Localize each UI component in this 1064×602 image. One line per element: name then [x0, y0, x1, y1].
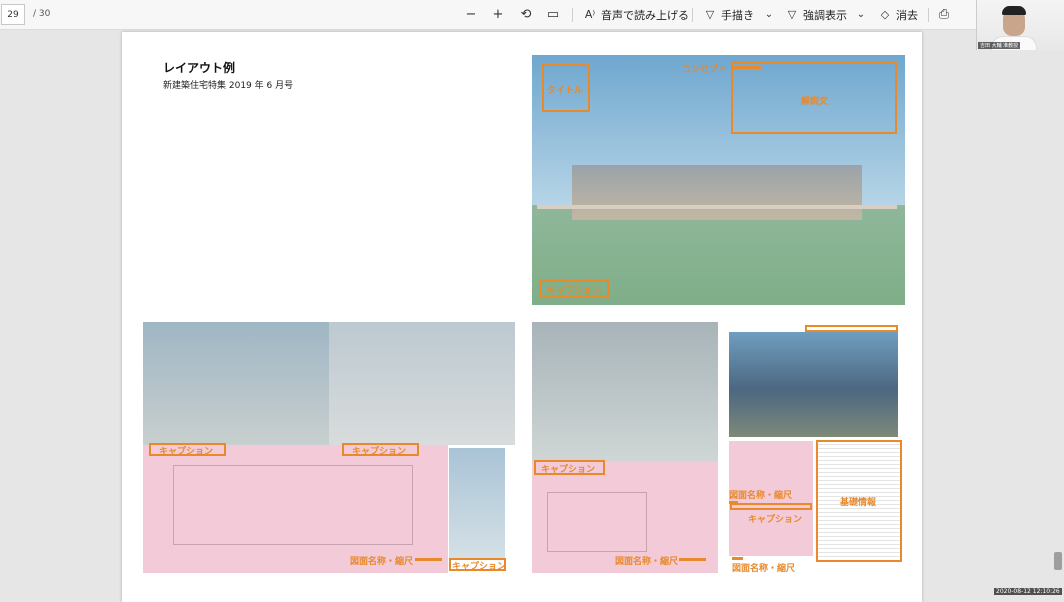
caption-label-left-3: キャプション: [452, 562, 507, 572]
interior-photo-2: [329, 322, 515, 445]
read-aloud-icon: A⁾: [584, 8, 596, 21]
caption-bar-right-top: [805, 325, 898, 332]
minus-icon: −: [465, 7, 477, 22]
toolbar-divider: [692, 8, 693, 22]
caption-label-main: キャプション: [547, 286, 602, 296]
page-number-input[interactable]: 29: [1, 4, 25, 25]
read-aloud-label: 音声で読み上げる: [601, 9, 689, 22]
print-button[interactable]: ⎙: [937, 5, 951, 25]
highlight-options-button[interactable]: ⌄: [854, 5, 868, 25]
eaves: [537, 205, 897, 209]
drawing-name-bar-middle: [679, 558, 706, 561]
pdf-page: レイアウト例 新建築住宅特集 2019 年 6 月号 タイトル コンセプト 解説…: [122, 32, 922, 602]
drawing-name-label-right-1: 図面名称・縮尺: [729, 491, 793, 501]
page-title: レイアウト例: [163, 61, 236, 75]
pdf-toolbar: 29 / 30 − + ⟲ ▭ A⁾ 音声で読み上げる ▽ 手描き ⌄ ▽ 強調…: [0, 0, 1064, 30]
title-box-label: タイトル: [547, 86, 584, 96]
caption-label-left-2: キャプション: [352, 447, 407, 457]
small-photos-column: [449, 448, 505, 558]
caption-label-left-1: キャプション: [159, 447, 214, 457]
rotate-icon: ⟲: [520, 7, 532, 22]
exterior-dusk-photo: [729, 332, 898, 437]
webcam-overlay: 吉田 大輔 准教授: [976, 0, 1064, 50]
printer-icon: ⎙: [938, 7, 950, 22]
concept-label: コンセプト: [682, 65, 728, 75]
basic-info-label: 基礎情報: [840, 498, 877, 508]
caption-bar-right-mid: [730, 503, 812, 510]
page-subtitle: 新建築住宅特集 2019 年 6 月号: [163, 81, 294, 91]
fit-page-button[interactable]: ▭: [546, 5, 560, 25]
caption-label-middle: キャプション: [541, 465, 596, 475]
draw-options-button[interactable]: ⌄: [762, 5, 776, 25]
highlight-button[interactable]: ▽ 強調表示: [785, 5, 847, 25]
highlight-label: 強調表示: [803, 9, 847, 22]
interior-photo-1: [143, 322, 329, 445]
drawing-name-bar-left: [415, 558, 442, 561]
zoom-out-button[interactable]: −: [464, 5, 478, 25]
draw-button[interactable]: ▽ 手描き: [703, 5, 754, 25]
commentary-label: 解説文: [801, 97, 829, 107]
drawing-name-label-middle: 図面名称・縮尺: [615, 557, 679, 567]
interior-photo-3: [532, 322, 718, 462]
recording-timestamp: 2020-08-12 12:10:26: [994, 588, 1062, 595]
presenter-hair: [1002, 6, 1026, 15]
read-aloud-button[interactable]: A⁾ 音声で読み上げる: [583, 5, 689, 25]
rotate-button[interactable]: ⟲: [519, 5, 533, 25]
toolbar-divider: [572, 8, 573, 22]
draw-label: 手描き: [721, 9, 754, 22]
erase-label: 消去: [896, 9, 918, 22]
highlighter-icon: ▽: [787, 8, 797, 21]
vertical-scrollbar-thumb[interactable]: [1054, 552, 1062, 570]
zoom-in-button[interactable]: +: [491, 5, 505, 25]
page-total: / 30: [33, 9, 51, 19]
chevron-down-icon: ⌄: [856, 9, 866, 20]
eraser-icon: ◇: [880, 8, 890, 21]
toolbar-divider: [928, 8, 929, 22]
webcam-name: 吉田 大輔 准教授: [978, 42, 1021, 49]
drawing-name-label-left: 図面名称・縮尺: [350, 557, 414, 567]
chevron-down-icon: ⌄: [764, 9, 774, 20]
house-roof: [572, 165, 862, 220]
caption-label-right-mid: キャプション: [748, 515, 803, 525]
drawing-lines: [173, 465, 413, 545]
drawing-lines: [547, 492, 647, 552]
plus-icon: +: [492, 7, 504, 22]
fit-page-icon: ▭: [546, 7, 560, 22]
erase-button[interactable]: ◇ 消去: [878, 5, 918, 25]
pen-icon: ▽: [705, 8, 715, 21]
drawing-name-label-right-2: 図面名称・縮尺: [732, 564, 796, 574]
drawing-name-bar-right-2: [732, 557, 743, 560]
